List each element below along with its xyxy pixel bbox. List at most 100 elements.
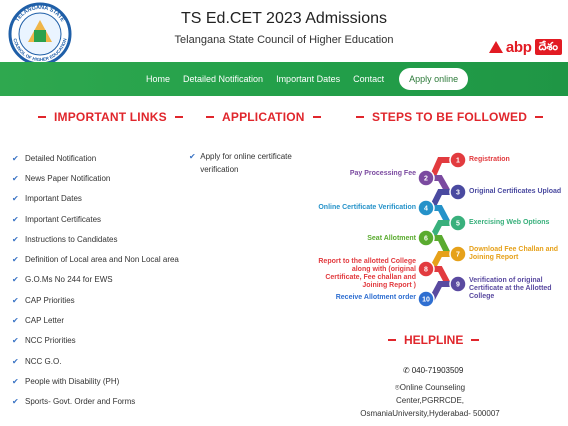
step-3-number: 3: [456, 190, 460, 197]
step-5-number: 5: [456, 221, 460, 228]
link-label: NCC Priorities: [25, 336, 76, 346]
helpline-address-line2: OsmaniaUniversity,Hyderabad- 500007: [360, 409, 500, 418]
helpline-phone[interactable]: ✆ 040-71903509: [403, 366, 463, 375]
link-item[interactable]: ✔ Important Dates: [12, 189, 192, 209]
nav-items: Home Detailed Notification Important Dat…: [146, 62, 469, 96]
page-subtitle: Telangana State Council of Higher Educat…: [174, 34, 394, 46]
check-icon: ✔: [12, 397, 19, 407]
helpline-phone-number: 040-71903509: [411, 366, 464, 375]
link-label: Definition of Local area and Non Local a…: [25, 255, 179, 265]
link-item[interactable]: ✔ News Paper Notification: [12, 168, 192, 188]
heading-dash-right: [471, 339, 480, 341]
heading-dash-right: [312, 116, 321, 118]
address-line1-text: Online Counseling Center,PGRRCDE,: [395, 383, 466, 405]
step-7-label: Download Fee Challan and Joining Report: [469, 246, 559, 261]
step-9-label: Verification of original Certificate at …: [469, 277, 552, 300]
check-icon: ✔: [12, 336, 19, 346]
abp-desam-logo[interactable]: abp దేశం: [488, 38, 562, 56]
important-links-list: ✔ Detailed Notification ✔ News Paper Notif…: [12, 148, 192, 412]
step-9-number: 9: [456, 282, 460, 289]
heading-dash-left: [356, 116, 364, 118]
link-label: G.O.Ms No 244 for EWS: [25, 275, 113, 285]
step-6-label: Seat Allotment: [367, 235, 416, 242]
check-icon: ✔: [12, 214, 19, 224]
check-icon: ✔: [12, 275, 19, 285]
apply-online-button[interactable]: Apply online: [399, 68, 469, 90]
heading-dash-right: [174, 116, 183, 118]
check-icon: ✔: [12, 356, 19, 366]
link-item[interactable]: ✔ People with Disability (PH): [12, 371, 192, 391]
step-1-number: 1: [456, 158, 460, 165]
step-1-label: Registration: [469, 156, 510, 163]
link-item[interactable]: ✔ Instructions to Candidates: [12, 229, 192, 249]
check-icon: ✔: [12, 153, 19, 163]
helpline-address-line1: ⌾Online Counseling Center,PGRRCDE,: [360, 381, 500, 407]
step-4-label: Online Certificate Verification: [318, 204, 416, 211]
apply-certificate-verification-label: Apply for online certificate verificatio…: [200, 152, 292, 174]
check-icon: ✔: [12, 316, 19, 326]
check-icon: ✔: [12, 295, 19, 305]
link-label: People with Disability (PH): [25, 376, 120, 386]
heading-dash-left: [38, 116, 46, 118]
helpline-heading: HELPLINE: [388, 333, 480, 347]
heading-dash-left: [388, 339, 396, 341]
nav-link-home[interactable]: Home: [146, 74, 170, 84]
important-links-heading: IMPORTANT LINKS: [38, 110, 183, 124]
helpline-address: ⌾Online Counseling Center,PGRRCDE, Osman…: [360, 381, 500, 420]
abp-script-badge: దేశం: [534, 39, 562, 55]
steps-diagram: 1 2 3 4 5 6 7 8 9 10 Registration Origin…: [318, 146, 568, 316]
step-5-label: Exercising Web Options: [469, 219, 550, 226]
link-item[interactable]: ✔ NCC Priorities: [12, 331, 192, 351]
step-10-number: 10: [422, 297, 430, 304]
step-4-number: 4: [424, 206, 428, 213]
step-10-label: Receive Allotment order: [335, 294, 416, 301]
step-2-label: Pay Processing Fee: [349, 170, 416, 177]
steps-heading-text: STEPS TO BE FOLLOWED: [372, 110, 528, 124]
page-title: TS Ed.CET 2023 Admissions: [180, 10, 388, 27]
step-6-number: 6: [424, 236, 428, 243]
nav-link-detailed-notification[interactable]: Detailed Notification: [183, 74, 263, 84]
link-label: Sports- Govt. Order and Forms: [25, 397, 136, 407]
abp-brand-text: abp: [505, 38, 532, 56]
step-8-number: 8: [424, 267, 428, 274]
check-icon: ✔: [12, 234, 19, 244]
link-label: NCC G.O.: [25, 356, 62, 366]
check-icon: ✔: [12, 194, 19, 204]
nav-link-contact[interactable]: Contact: [353, 74, 384, 84]
site-header: TELANGANA STATE COUNCIL OF HIGHER EDUCAT…: [0, 0, 568, 66]
phone-icon: ✆: [403, 366, 410, 375]
link-item[interactable]: ✔ Detailed Notification: [12, 148, 192, 168]
abp-triangle-icon: [488, 41, 503, 53]
apply-certificate-verification-link[interactable]: ✔ Apply for online certificate verificat…: [189, 150, 309, 176]
link-label: Detailed Notification: [25, 153, 97, 163]
check-icon: ✔: [12, 255, 19, 265]
link-item[interactable]: ✔ CAP Letter: [12, 310, 192, 330]
main-nav-bar: Home Detailed Notification Important Dat…: [0, 62, 568, 96]
check-icon: ✔: [189, 152, 196, 161]
link-item[interactable]: ✔ CAP Priorities: [12, 290, 192, 310]
link-label: Instructions to Candidates: [25, 234, 118, 244]
steps-heading: STEPS TO BE FOLLOWED: [356, 110, 544, 124]
step-8-label: Report to the allotted College along wit…: [318, 258, 416, 289]
link-item[interactable]: ✔ G.O.Ms No 244 for EWS: [12, 270, 192, 290]
link-label: Important Certificates: [25, 214, 102, 224]
link-label: News Paper Notification: [25, 173, 111, 183]
link-item[interactable]: ✔ NCC G.O.: [12, 351, 192, 371]
heading-dash-right: [535, 116, 544, 118]
heading-dash-left: [206, 116, 214, 118]
link-label: CAP Letter: [25, 316, 64, 326]
check-icon: ✔: [12, 376, 19, 386]
link-item[interactable]: ✔ Important Certificates: [12, 209, 192, 229]
helpline-heading-text: HELPLINE: [404, 333, 464, 347]
step-7-number: 7: [456, 252, 460, 259]
important-links-heading-text: IMPORTANT LINKS: [54, 110, 167, 124]
link-item[interactable]: ✔ Sports- Govt. Order and Forms: [12, 392, 192, 412]
application-heading-text: APPLICATION: [222, 110, 305, 124]
link-item[interactable]: ✔ Definition of Local area and Non Local …: [12, 249, 192, 269]
step-2-number: 2: [424, 176, 428, 183]
application-heading: APPLICATION: [206, 110, 321, 124]
nav-link-important-dates[interactable]: Important Dates: [276, 74, 340, 84]
check-icon: ✔: [12, 173, 19, 183]
link-label: CAP Priorities: [25, 295, 75, 305]
step-3-label: Original Certificates Upload: [469, 188, 562, 195]
